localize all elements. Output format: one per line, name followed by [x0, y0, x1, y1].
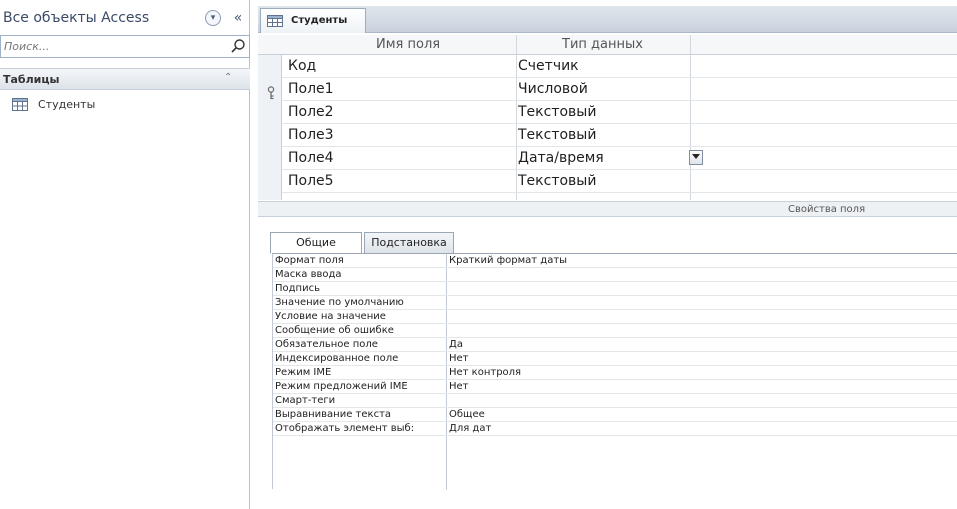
table-row[interactable]: Поле1 Числовой	[282, 78, 957, 101]
property-label: Сообщение об ошибке	[275, 325, 394, 336]
property-label: Формат поля	[275, 255, 344, 266]
nav-header: Все объекты Access ▾ «	[0, 6, 250, 32]
nav-search-box	[0, 35, 250, 58]
column-header-field-name: Имя поля	[376, 37, 441, 52]
search-input[interactable]	[1, 36, 229, 57]
data-type-cell[interactable]: Числовой	[518, 81, 588, 97]
property-value[interactable]: Нет контроля	[449, 366, 521, 379]
property-row[interactable]: Значение по умолчанию	[273, 296, 957, 310]
tab-lookup[interactable]: Подстановка	[364, 232, 454, 254]
property-label: Режим предложений IME	[275, 381, 408, 392]
property-row[interactable]: Подпись	[273, 282, 957, 296]
field-properties-bar: Свойства поля	[258, 201, 957, 217]
table-row[interactable]: Поле3 Текстовый	[282, 124, 957, 147]
field-name-cell[interactable]: Поле3	[288, 127, 334, 143]
nav-title[interactable]: Все объекты Access	[3, 10, 149, 26]
property-row[interactable]: Формат поля Краткий формат даты	[273, 254, 957, 268]
property-row[interactable]: Индексированное поле Нет	[273, 352, 957, 366]
property-row[interactable]: Отображать элемент выб: Для дат	[273, 422, 957, 436]
field-name-cell[interactable]: Код	[288, 58, 316, 74]
property-row[interactable]: Обязательное поле Да	[273, 338, 957, 352]
property-row[interactable]: Выравнивание текста Общее	[273, 408, 957, 422]
field-name-cell[interactable]: Поле2	[288, 104, 334, 120]
table-row[interactable]: Код Счетчик	[282, 55, 957, 78]
field-name-cell[interactable]: Поле4	[288, 150, 334, 166]
table-row[interactable]: Поле2 Текстовый	[282, 101, 957, 124]
property-value[interactable]: Краткий формат даты	[449, 254, 567, 267]
property-label: Подпись	[275, 283, 320, 294]
property-label: Выравнивание текста	[275, 409, 392, 420]
property-label: Индексированное поле	[275, 353, 399, 364]
property-row[interactable]: Режим предложений IME Нет	[273, 380, 957, 394]
table-icon	[267, 15, 283, 27]
tab-general[interactable]: Общие	[270, 232, 362, 254]
document-area: Студенты Имя поля Тип данных Код Счетчик…	[258, 0, 957, 509]
property-label: Режим IME	[275, 367, 332, 378]
tab-students[interactable]: Студенты	[260, 8, 366, 33]
field-name-cell[interactable]: Поле5	[288, 173, 334, 189]
nav-item-students-table[interactable]: Студенты	[10, 96, 240, 114]
table-icon	[12, 98, 28, 111]
column-header-data-type: Тип данных	[562, 37, 643, 52]
property-row[interactable]: Условие на значение	[273, 310, 957, 324]
property-row[interactable]: Смарт-теги	[273, 394, 957, 408]
property-value[interactable]: Да	[449, 338, 463, 351]
property-label: Значение по умолчанию	[275, 297, 404, 308]
property-value[interactable]: Нет	[449, 352, 469, 365]
property-label: Смарт-теги	[275, 395, 336, 406]
nav-menu-chevron-icon[interactable]: ▾	[205, 10, 221, 26]
property-label: Маска ввода	[275, 269, 342, 280]
nav-item-label: Студенты	[38, 98, 96, 111]
data-type-dropdown-button[interactable]	[689, 150, 703, 165]
property-value[interactable]: Нет	[449, 380, 469, 393]
property-row[interactable]: Режим IME Нет контроля	[273, 366, 957, 380]
field-properties-label: Свойства поля	[788, 204, 866, 215]
property-row[interactable]: Сообщение об ошибке	[273, 324, 957, 338]
property-row[interactable]: Маска ввода	[273, 268, 957, 282]
property-label: Обязательное поле	[275, 339, 378, 350]
data-type-cell[interactable]: Текстовый	[518, 173, 596, 189]
document-tab-bar: Студенты	[258, 6, 957, 33]
navigation-pane: Все объекты Access ▾ « Таблицы ⌃ Студент…	[0, 0, 250, 509]
nav-group-tables[interactable]: Таблицы ⌃	[0, 68, 250, 90]
data-type-cell[interactable]: Текстовый	[518, 127, 596, 143]
tab-label: Студенты	[291, 15, 348, 26]
data-type-cell[interactable]: Дата/время	[518, 150, 604, 166]
property-label: Отображать элемент выб:	[275, 423, 415, 434]
field-name-cell[interactable]: Поле1	[288, 81, 334, 97]
search-icon[interactable]	[230, 38, 246, 54]
properties-table: Формат поля Краткий формат даты Маска вв…	[272, 253, 957, 490]
property-value[interactable]: Для дат	[449, 422, 491, 435]
table-row-selected[interactable]: Поле4 Дата/время	[282, 147, 957, 170]
data-type-cell[interactable]: Текстовый	[518, 104, 596, 120]
data-type-cell[interactable]: Счетчик	[518, 58, 579, 74]
chevron-down-icon	[692, 154, 700, 159]
property-value[interactable]: Общее	[449, 408, 485, 421]
field-design-grid: Имя поля Тип данных Код Счетчик Поле1 Чи…	[258, 33, 957, 201]
property-label: Условие на значение	[275, 311, 386, 322]
nav-group-label: Таблицы	[3, 73, 60, 86]
key-icon	[267, 86, 275, 100]
table-row[interactable]: Поле5 Текстовый	[282, 170, 957, 193]
nav-collapse-icon[interactable]: «	[229, 8, 247, 28]
row-selector-column[interactable]	[258, 55, 282, 200]
grid-header: Имя поля Тип данных	[258, 35, 957, 55]
double-chevron-up-icon[interactable]: ⌃	[224, 72, 232, 83]
